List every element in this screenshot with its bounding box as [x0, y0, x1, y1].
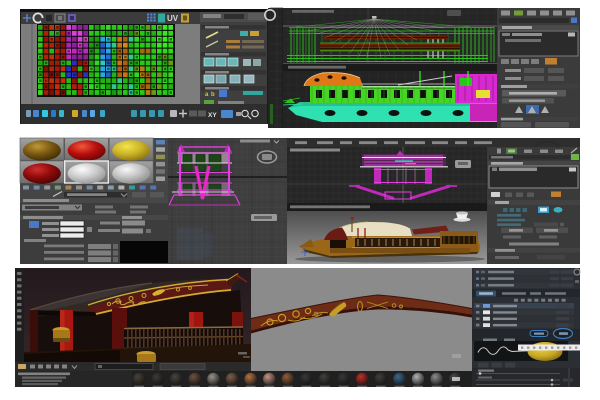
svg-text:UV: UV	[167, 14, 179, 23]
svg-text:b: b	[211, 92, 215, 98]
svg-text:XY: XY	[208, 112, 217, 119]
